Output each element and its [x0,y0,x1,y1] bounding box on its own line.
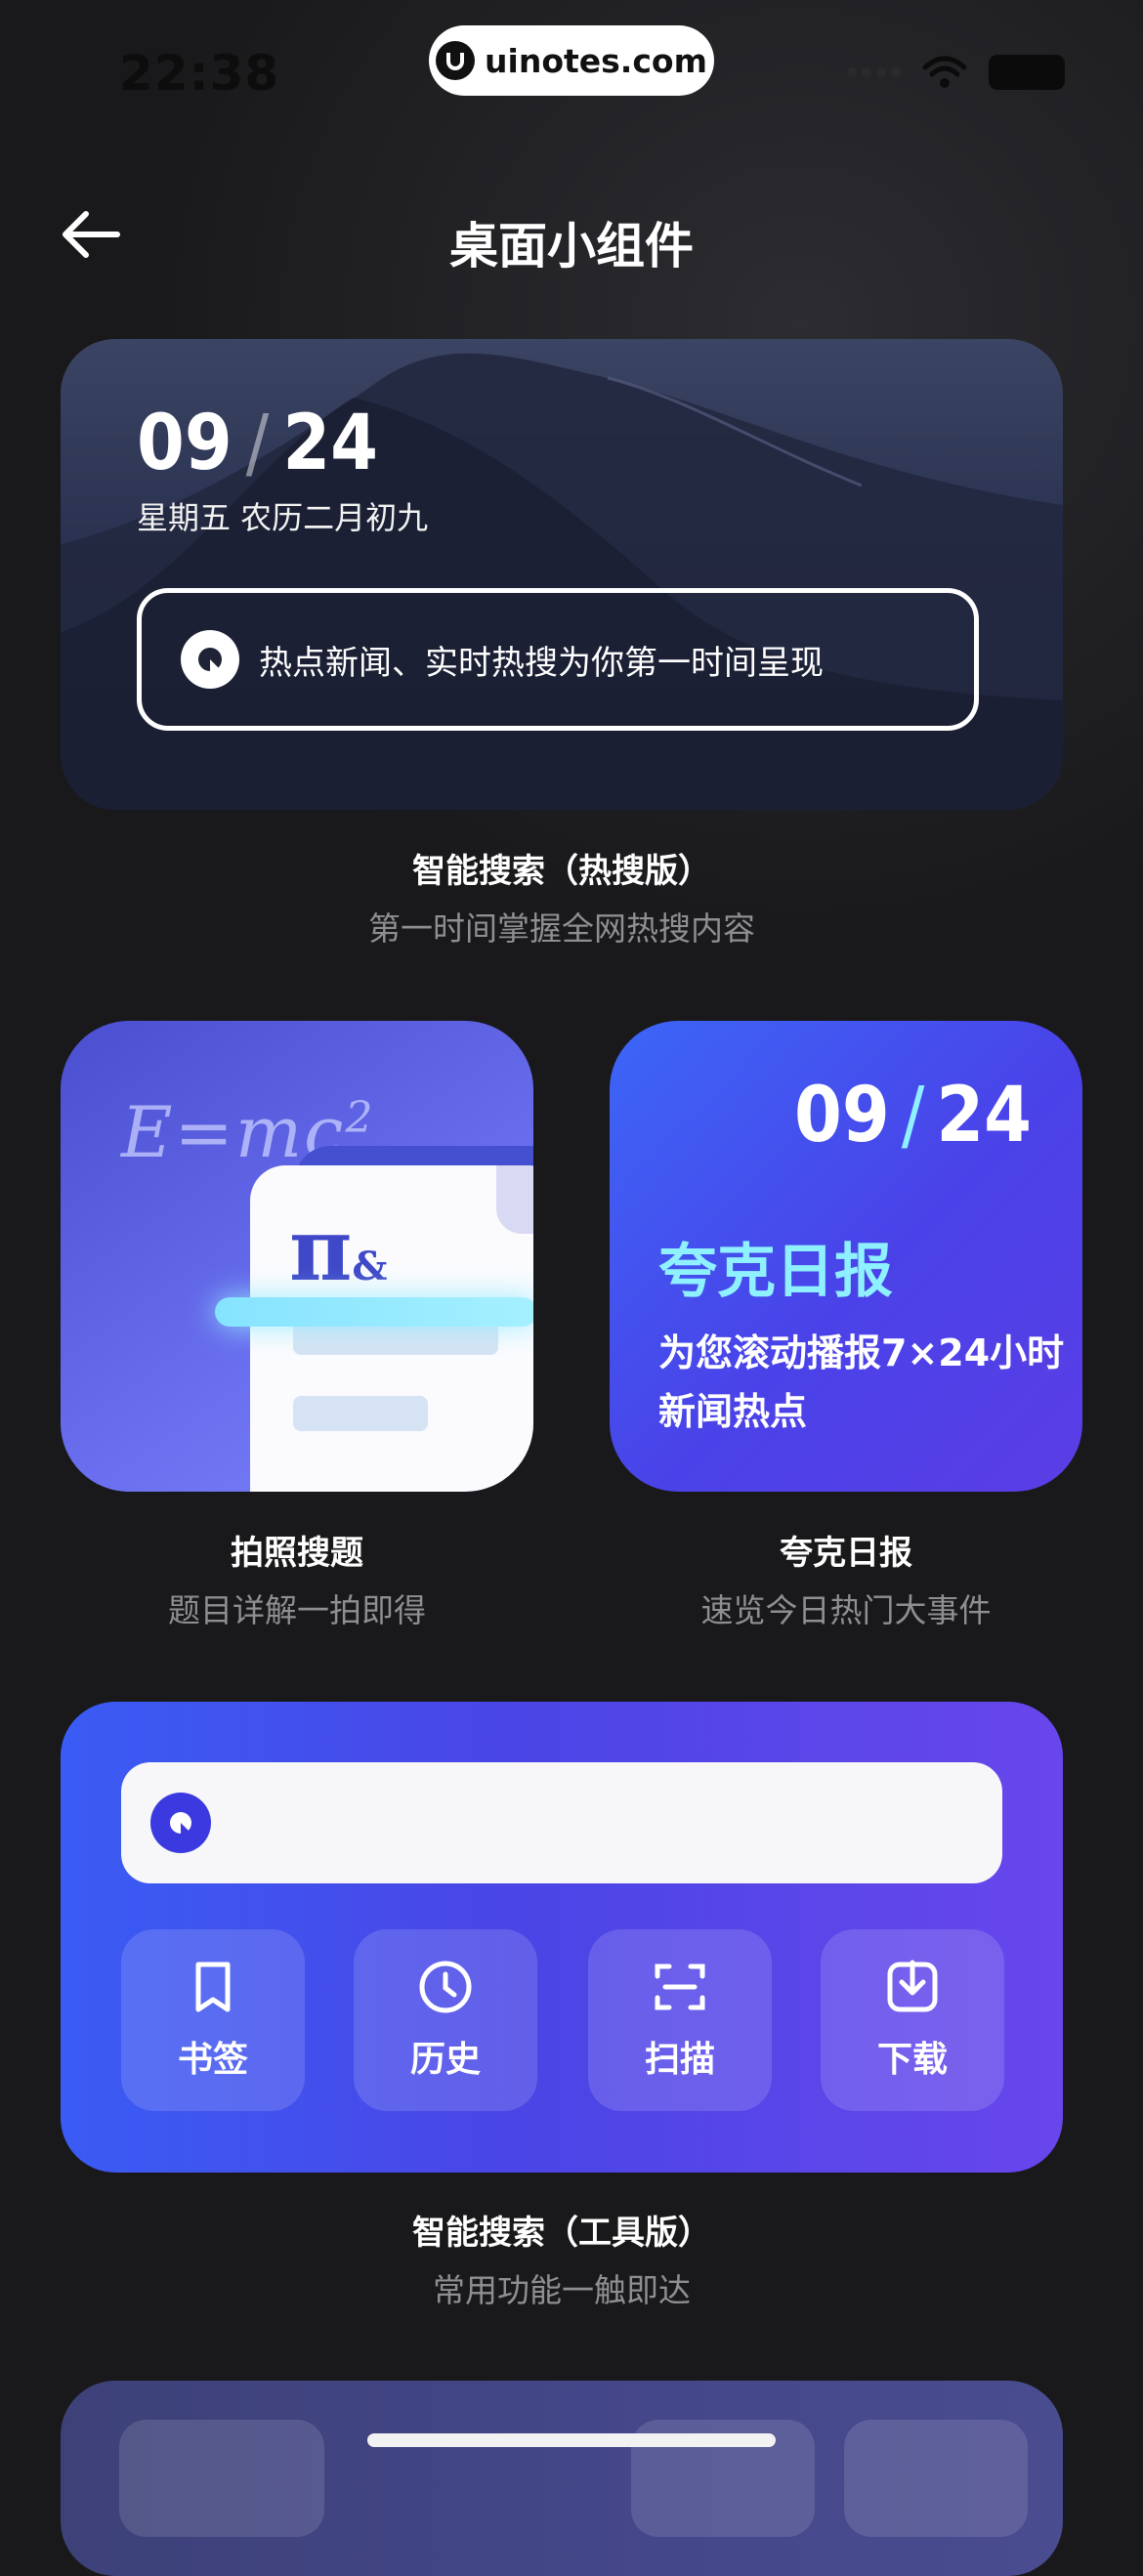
download-icon [887,1960,938,2012]
widget-daily-subtitle: 速览今日热门大事件 [700,1591,992,1629]
widget-tools-subtitle: 常用功能一触即达 [433,2271,691,2309]
widget-tools[interactable]: 书签 历史 扫描 下载 [61,1702,1063,2173]
signal-icon [847,67,901,77]
widget-hot-search[interactable]: 09/24 星期五 农历二月初九 热点新闻、实时热搜为你第一时间呈现 [61,339,1063,810]
document-icon: π& [250,1165,533,1492]
lunar-date: 星期五 农历二月初九 [137,499,429,536]
date-slash: / [245,400,270,487]
status-time: 22:38 [119,45,280,102]
widget-hot-title: 智能搜索（热搜版） [412,852,711,891]
widget-photo-title: 拍照搜题 [231,1534,363,1573]
widget-tools-title: 智能搜索（工具版） [412,2214,711,2253]
widget-photo-search[interactable]: E=mc2 π& [61,1021,533,1492]
tool-button-scan[interactable]: 扫描 [588,1929,772,2111]
daily-month: 09 [794,1072,890,1160]
hot-search-text: 热点新闻、实时热搜为你第一时间呈现 [259,643,824,683]
status-icons [847,55,1065,90]
hot-search-bar[interactable]: 热点新闻、实时热搜为你第一时间呈现 [137,588,979,731]
watermark-logo-icon [436,41,476,80]
date-month: 09 [137,400,233,487]
tool-button-download[interactable]: 下载 [821,1929,1004,2111]
partial-button[interactable] [119,2420,324,2537]
tool-label: 书签 [177,2040,248,2080]
daily-date: 09/24 [794,1072,1032,1160]
document-fold [496,1165,533,1234]
widget-quark-daily[interactable]: 09/24 夸克日报 为您滚动播报7×24小时新闻热点 [610,1021,1082,1492]
quark-logo-icon [181,630,239,689]
daily-name: 夸克日报 [658,1238,893,1306]
tool-button-history[interactable]: 历史 [354,1929,537,2111]
page-title: 桌面小组件 [449,218,694,274]
home-indicator[interactable] [367,2433,776,2447]
partial-button[interactable] [844,2420,1028,2537]
scan-icon [655,1964,705,2010]
watermark-pill: uinotes.com [429,25,714,96]
widget-hot-subtitle: 第一时间掌握全网热搜内容 [368,909,755,948]
daily-description: 为您滚动播报7×24小时新闻热点 [658,1331,1065,1433]
daily-day: 24 [936,1072,1032,1160]
widget-daily-title: 夸克日报 [780,1534,912,1573]
tool-label: 扫描 [644,2040,715,2080]
wifi-icon [922,56,967,88]
widget-photo-subtitle: 题目详解一拍即得 [168,1591,426,1629]
quark-logo-icon [150,1793,211,1853]
document-line [293,1396,428,1431]
date-day: 24 [282,400,378,487]
clock-icon [419,1961,472,2013]
pi-symbol: π& [289,1199,388,1300]
watermark-text: uinotes.com [485,41,707,80]
tool-label: 历史 [409,2040,481,2080]
tool-label: 下载 [876,2040,948,2080]
bookmark-icon [195,1962,231,2012]
scan-line-shape [215,1297,533,1327]
widget-partial[interactable] [61,2381,1063,2576]
date-display: 09/24 [137,400,378,487]
daily-slash: / [901,1072,925,1160]
battery-icon [989,55,1065,90]
tool-button-bookmark[interactable]: 书签 [121,1929,305,2111]
tool-search-bar[interactable] [121,1762,1002,1883]
